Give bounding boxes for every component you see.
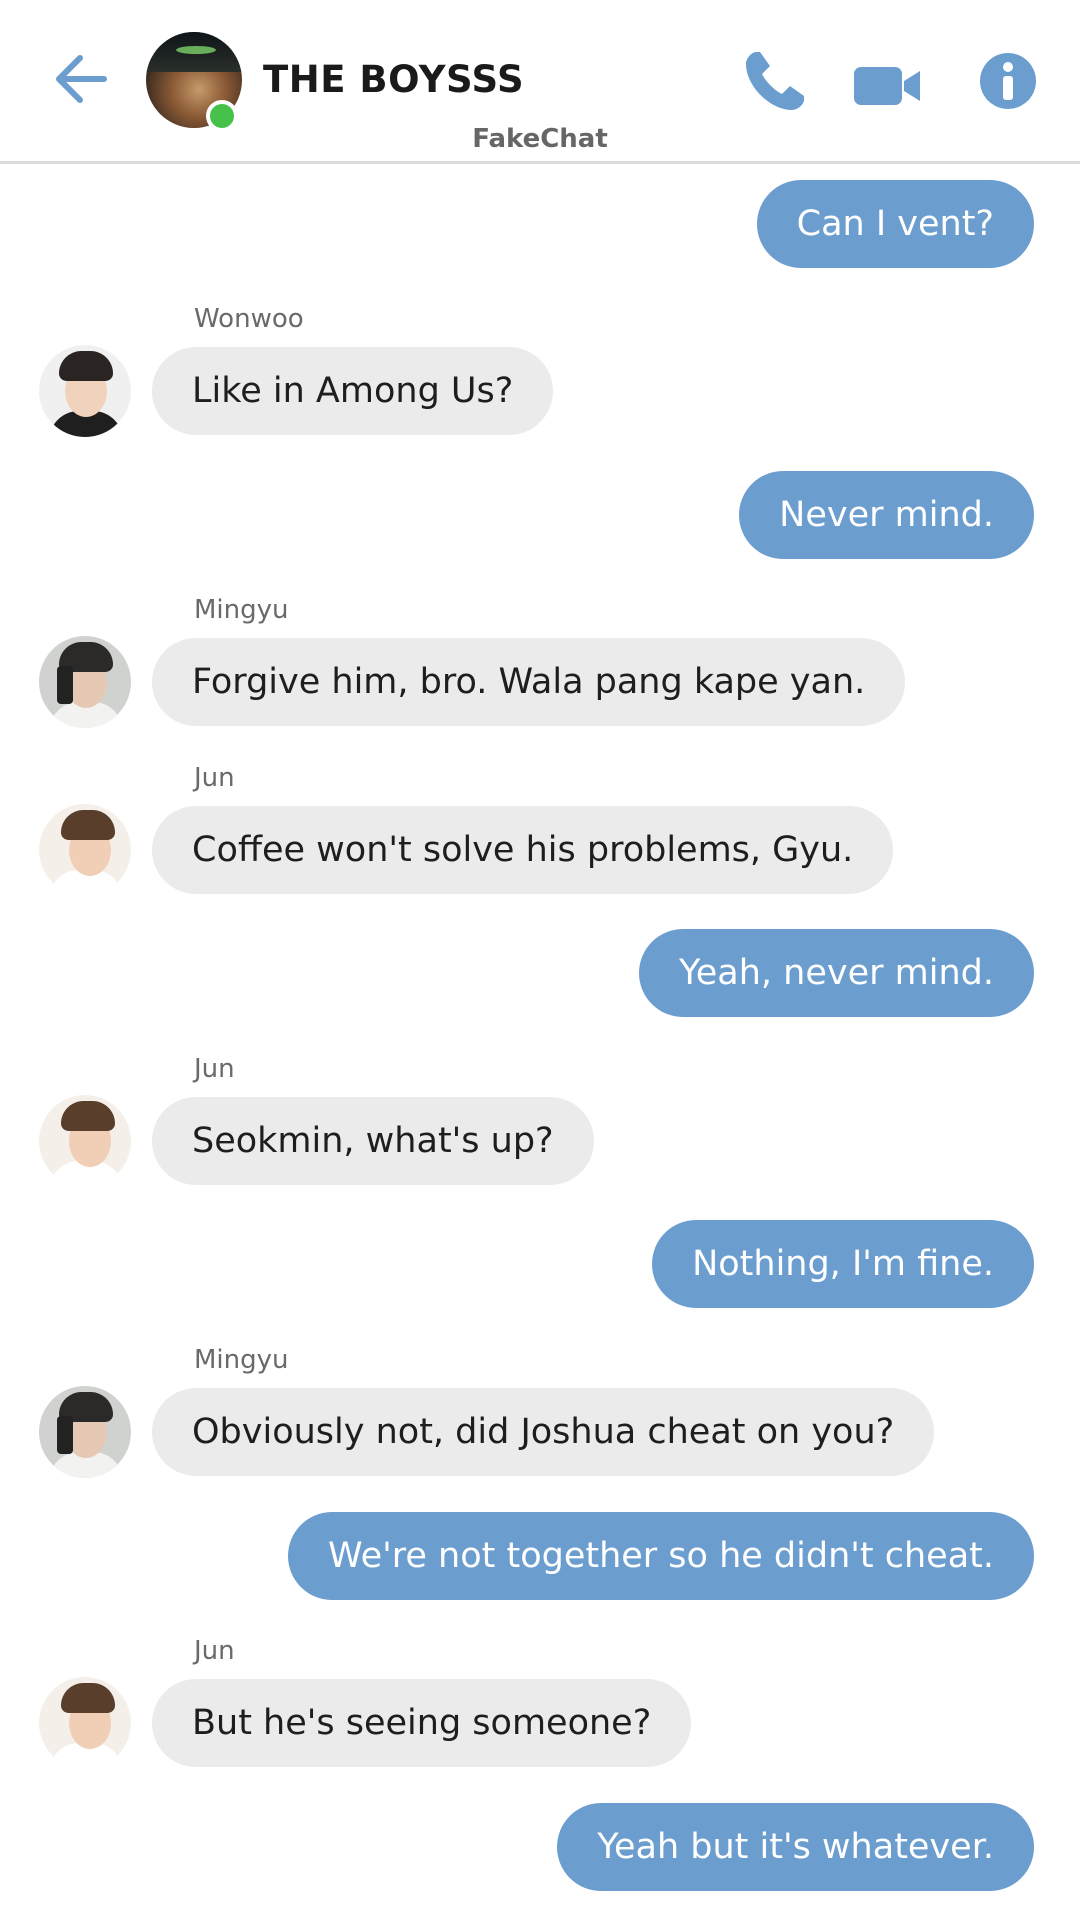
avatar-jun[interactable] (39, 1677, 131, 1769)
received-message[interactable]: Seokmin, what's up? (152, 1097, 594, 1185)
arrow-left-icon[interactable] (50, 48, 112, 110)
sender-name: Jun (194, 1054, 235, 1084)
sender-name: Jun (194, 1636, 235, 1666)
sender-name: Mingyu (194, 1345, 289, 1375)
avatar-wonwoo[interactable] (39, 345, 131, 437)
sent-message[interactable]: Never mind. (739, 471, 1034, 559)
avatar-jun[interactable] (39, 1095, 131, 1187)
sender-name: Wonwoo (194, 304, 304, 334)
chat-title[interactable]: THE BOYSSS (263, 58, 524, 101)
received-message[interactable]: Obviously not, did Joshua cheat on you? (152, 1388, 935, 1476)
info-icon[interactable] (979, 52, 1037, 110)
received-message[interactable]: Forgive him, bro. Wala pang kape yan. (152, 638, 906, 726)
avatar-jun[interactable] (39, 804, 131, 896)
avatar-mingyu[interactable] (39, 636, 131, 728)
sent-message[interactable]: Can I vent? (756, 180, 1034, 268)
sent-message[interactable]: We're not together so he didn't cheat. (288, 1512, 1034, 1600)
received-message[interactable]: Like in Among Us? (152, 347, 554, 435)
sent-message[interactable]: Yeah but it's whatever. (557, 1803, 1034, 1891)
video-camera-icon[interactable] (852, 50, 924, 120)
chat-screen: THE BOYSSS FakeChat Can I vent? Wonwoo L… (0, 0, 1080, 1911)
sender-name: Jun (194, 763, 235, 793)
sent-message[interactable]: Yeah, never mind. (639, 929, 1034, 1017)
avatar-mingyu[interactable] (39, 1386, 131, 1478)
chat-header: THE BOYSSS FakeChat (0, 0, 1080, 164)
sender-name: Mingyu (194, 595, 289, 625)
sent-message[interactable]: Nothing, I'm fine. (652, 1220, 1034, 1308)
app-name-label: FakeChat (472, 124, 608, 154)
received-message[interactable]: Coffee won't solve his problems, Gyu. (152, 806, 894, 894)
received-message[interactable]: But he's seeing someone? (152, 1679, 692, 1767)
phone-icon[interactable] (740, 46, 810, 116)
